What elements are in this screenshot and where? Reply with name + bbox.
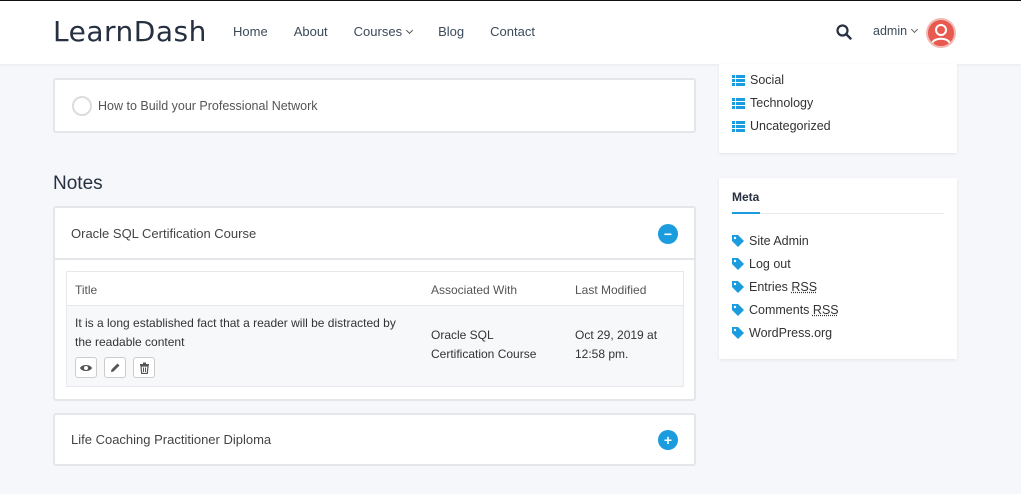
nav-blog-label: Blog <box>438 24 465 39</box>
meta-link-site-admin[interactable]: Site Admin <box>732 234 809 248</box>
meta-link-log-out[interactable]: Log out <box>732 257 791 271</box>
category-link-technology[interactable]: Technology <box>732 96 813 110</box>
lesson-item[interactable]: How to Build your Professional Network <box>53 78 696 133</box>
collapse-button[interactable]: − <box>658 224 678 244</box>
lesson-status-icon <box>72 96 92 116</box>
meta-link-label: WordPress.org <box>749 326 833 340</box>
nav-home[interactable]: Home <box>233 24 268 39</box>
associated-line: Oracle SQL <box>431 328 494 342</box>
note-modified-cell: Oct 29, 2019 at 12:58 pm. <box>575 326 657 364</box>
tag-icon <box>732 258 744 270</box>
chevron-down-icon <box>911 25 919 34</box>
avatar[interactable] <box>926 18 956 48</box>
notes-accordion[interactable]: Life Coaching Practitioner Diploma + <box>53 413 696 466</box>
delete-note-button[interactable] <box>133 357 155 378</box>
meta-link-wordpress[interactable]: WordPress.org <box>732 326 832 340</box>
nav-courses[interactable]: Courses <box>353 24 414 39</box>
notes-table: Title Associated With Last Modified It i… <box>66 271 684 387</box>
site-header: LearnDash Home About Courses Blog Contac… <box>0 0 1021 64</box>
main-nav: Home About Courses Blog Contact <box>233 24 561 39</box>
tag-icon <box>732 327 744 339</box>
meta-link-label: Entries <box>749 280 788 294</box>
tag-icon <box>732 281 744 293</box>
meta-link-label: Comments <box>749 303 810 317</box>
column-header-title: Title <box>75 283 98 297</box>
table-header-row: Title Associated With Last Modified <box>67 272 683 306</box>
meta-title: Meta <box>732 190 760 204</box>
nav-about-label: About <box>293 24 328 39</box>
note-title-cell: It is a long established fact that a rea… <box>75 314 396 352</box>
category-link-uncategorized[interactable]: Uncategorized <box>732 119 831 133</box>
note-actions <box>75 357 162 378</box>
site-logo[interactable]: LearnDash <box>53 15 207 48</box>
divider-accent <box>732 212 760 214</box>
notes-accordion: Oracle SQL Certification Course − Title … <box>53 206 696 401</box>
meta-link-entries-rss[interactable]: Entries RSS <box>732 280 817 294</box>
search-icon[interactable] <box>836 24 852 40</box>
associated-line: Certification Course <box>431 347 537 361</box>
expand-button[interactable]: + <box>658 430 678 450</box>
tag-icon <box>732 235 744 247</box>
column-header-modified: Last Modified <box>575 283 647 297</box>
rss-abbr: RSS <box>791 280 818 294</box>
note-title-line: the readable content <box>75 335 185 349</box>
meta-link-comments-rss[interactable]: Comments RSS <box>732 303 839 317</box>
note-associated-cell: Oracle SQL Certification Course <box>431 326 536 364</box>
column-header-associated: Associated With <box>431 283 518 297</box>
categories-widget: Social Technology Uncategorized <box>719 64 957 153</box>
view-note-button[interactable] <box>75 357 97 378</box>
accordion-header[interactable]: Oracle SQL Certification Course − <box>55 208 694 260</box>
nav-blog[interactable]: Blog <box>438 24 464 39</box>
list-icon <box>732 120 745 132</box>
trash-icon <box>139 362 149 374</box>
modified-line: Oct 29, 2019 at <box>575 328 658 342</box>
lesson-title: How to Build your Professional Network <box>98 99 318 113</box>
eye-icon <box>80 364 92 371</box>
nav-courses-label: Courses <box>353 24 403 39</box>
category-link-social[interactable]: Social <box>732 73 784 87</box>
nav-contact[interactable]: Contact <box>490 24 535 39</box>
modified-line: 12:58 pm. <box>575 347 629 361</box>
divider <box>732 213 944 214</box>
list-icon <box>732 74 745 86</box>
meta-link-label: Site Admin <box>749 234 809 248</box>
nav-contact-label: Contact <box>490 24 535 39</box>
table-row: It is a long established fact that a rea… <box>67 306 683 386</box>
nav-about[interactable]: About <box>294 24 328 39</box>
user-avatar-icon <box>931 24 951 45</box>
user-menu[interactable]: admin <box>873 24 919 38</box>
category-label: Social <box>750 73 785 87</box>
chevron-down-icon <box>406 26 414 34</box>
notes-heading: Notes <box>53 173 103 194</box>
accordion-title: Life Coaching Practitioner Diploma <box>71 432 272 447</box>
category-label: Uncategorized <box>750 119 831 133</box>
pencil-icon <box>111 363 120 372</box>
nav-home-label: Home <box>233 24 268 39</box>
meta-widget: Meta Site Admin Log out Entries RSS Comm… <box>719 178 957 359</box>
edit-note-button[interactable] <box>104 357 126 378</box>
list-icon <box>732 97 745 109</box>
meta-link-label: Log out <box>749 257 791 271</box>
rss-abbr: RSS <box>812 303 839 317</box>
category-label: Technology <box>750 96 814 110</box>
tag-icon <box>732 304 744 316</box>
user-name: admin <box>873 24 908 38</box>
accordion-title: Oracle SQL Certification Course <box>71 226 257 241</box>
note-title-line: It is a long established fact that a rea… <box>75 316 396 330</box>
